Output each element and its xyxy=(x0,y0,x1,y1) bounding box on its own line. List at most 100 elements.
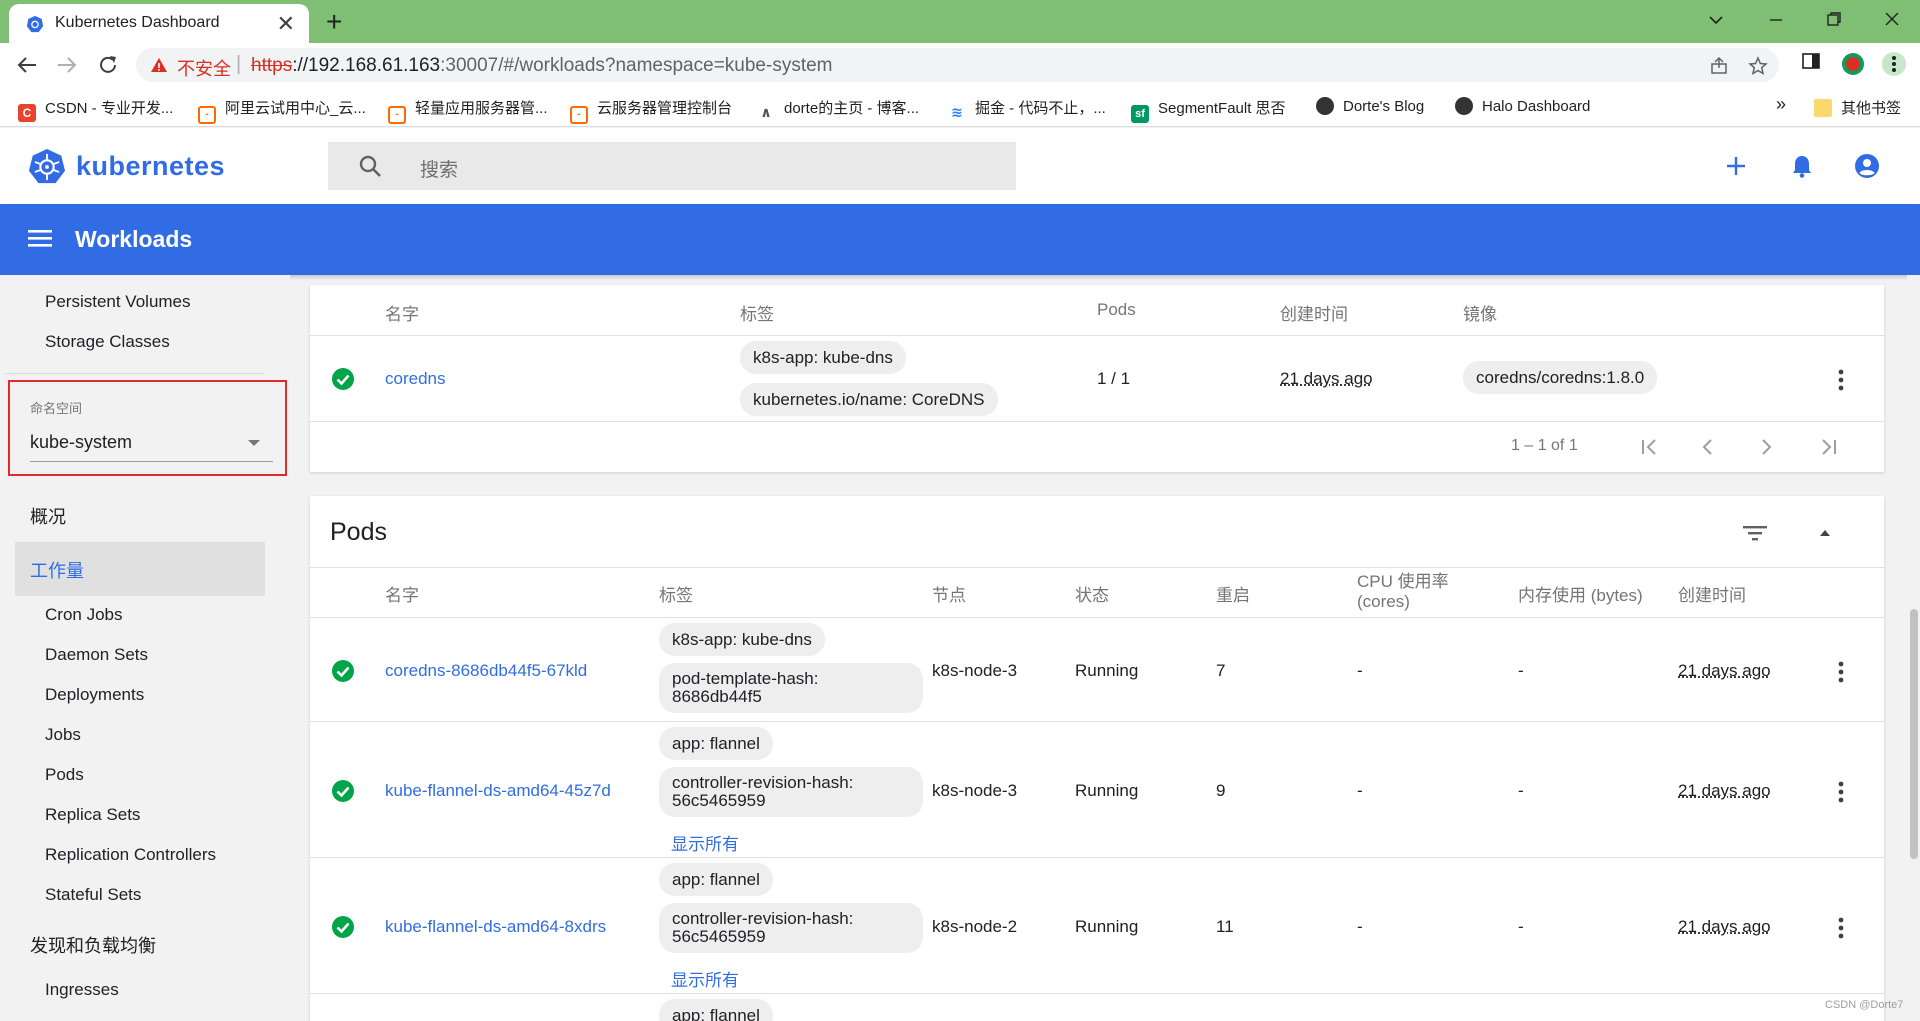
notifications-bell-icon[interactable] xyxy=(1791,154,1813,178)
filter-list-icon[interactable] xyxy=(1743,524,1767,542)
forward-icon[interactable] xyxy=(56,55,78,75)
dropdown-arrow-icon[interactable] xyxy=(248,440,260,446)
pod-name-link[interactable]: kube-flannel-ds-amd64-8xdrs xyxy=(385,917,606,937)
bookmark-label: 云服务器管理控制台 xyxy=(597,100,733,117)
bookmark-label: CSDN - 专业开发... xyxy=(45,100,174,117)
hamburger-menu-icon[interactable] xyxy=(28,228,52,248)
previous-page-icon[interactable] xyxy=(1700,438,1714,456)
column-header-node[interactable]: 节点 xyxy=(932,581,966,606)
bookmark-aliyun-trial[interactable]: - 阿里云试用中心_云... xyxy=(198,97,366,124)
kubernetes-logo-icon[interactable] xyxy=(28,148,66,186)
url-scheme: https xyxy=(251,55,293,76)
label-chip: k8s-app: kube-dns xyxy=(740,341,906,374)
column-header-created[interactable]: 创建时间 xyxy=(1678,581,1746,606)
scrollbar-thumb[interactable] xyxy=(1910,609,1918,859)
reload-icon[interactable] xyxy=(97,54,119,76)
bookmark-halo-dashboard[interactable]: Halo Dashboard xyxy=(1455,97,1590,115)
bookmark-lightweight-server[interactable]: - 轻量应用服务器管... xyxy=(388,97,548,124)
sidebar-item-workloads[interactable]: 工作量 xyxy=(15,542,265,596)
tab-title: Kubernetes Dashboard xyxy=(55,14,220,31)
bookmark-segmentfault[interactable]: sf SegmentFault 思否 xyxy=(1131,97,1286,123)
pod-memory: - xyxy=(1518,661,1524,680)
other-bookmarks-folder[interactable]: 其他书签 xyxy=(1814,97,1901,118)
show-all-labels-link[interactable]: 显示所有 xyxy=(671,830,739,855)
label-chip: app: flannel xyxy=(659,999,773,1021)
bookmarks-overflow-button[interactable]: » xyxy=(1776,94,1786,115)
chrome-menu-icon[interactable] xyxy=(1881,51,1907,77)
url-text[interactable]: https://192.168.61.163:30007/#/workloads… xyxy=(251,55,833,77)
label-chip: controller-revision-hash: 56c5465959 xyxy=(659,767,923,817)
sidebar-item-stateful-sets[interactable]: Stateful Sets xyxy=(45,885,141,905)
sidebar-item-daemon-sets[interactable]: Daemon Sets xyxy=(45,645,148,665)
bookmark-star-icon[interactable] xyxy=(1748,56,1768,76)
row-actions-kebab-icon[interactable] xyxy=(1838,917,1844,939)
column-header-created[interactable]: 创建时间 xyxy=(1280,300,1348,325)
column-header-name[interactable]: 名字 xyxy=(385,300,419,325)
new-tab-button[interactable]: + xyxy=(326,6,342,38)
sidebar-nav: Persistent Volumes Storage Classes 命名空间 … xyxy=(0,275,290,1021)
status-ok-icon xyxy=(332,780,354,802)
sidebar-item-storage-classes[interactable]: Storage Classes xyxy=(45,332,170,352)
pod-name-link[interactable]: kube-flannel-ds-amd64-45z7d xyxy=(385,781,611,801)
sidebar-item-cron-jobs[interactable]: Cron Jobs xyxy=(45,605,122,625)
tab-search-icon[interactable] xyxy=(1708,12,1724,28)
bookmark-label: dorte的主页 - 博客... xyxy=(784,100,920,117)
label-chip: k8s-app: kube-dns xyxy=(659,623,825,656)
deployment-name-link[interactable]: coredns xyxy=(385,369,445,389)
sidebar-item-replica-sets[interactable]: Replica Sets xyxy=(45,805,140,825)
collapse-card-icon[interactable] xyxy=(1818,528,1832,538)
omnibox[interactable]: 不安全 | https://192.168.61.163:30007/#/wor… xyxy=(136,48,1779,82)
other-bookmarks-label: 其他书签 xyxy=(1841,100,1902,117)
pod-name-link[interactable]: coredns-8686db44f5-67kld xyxy=(385,661,587,681)
account-icon[interactable] xyxy=(1854,153,1880,179)
sidebar-item-persistent-volumes[interactable]: Persistent Volumes xyxy=(45,292,191,312)
share-icon[interactable] xyxy=(1709,56,1729,76)
close-window-icon[interactable] xyxy=(1884,11,1900,27)
sidebar-item-deployments[interactable]: Deployments xyxy=(45,685,144,705)
restore-icon[interactable] xyxy=(1826,11,1842,27)
sidebar-item-jobs[interactable]: Jobs xyxy=(45,725,81,745)
sidebar-item-replication-controllers[interactable]: Replication Controllers xyxy=(45,845,216,865)
page-toolbar: Workloads xyxy=(0,204,1920,275)
close-tab-icon[interactable]: ✕ xyxy=(277,11,295,37)
first-page-icon[interactable] xyxy=(1640,438,1660,456)
sidebar-item-overview[interactable]: 概况 xyxy=(30,503,66,529)
show-all-labels-link[interactable]: 显示所有 xyxy=(671,966,739,991)
bookmark-ecs-console[interactable]: - 云服务器管理控制台 xyxy=(570,97,732,124)
sidebar-item-discovery[interactable]: 发现和负载均衡 xyxy=(30,932,156,958)
column-header-status[interactable]: 状态 xyxy=(1075,581,1109,606)
sidebar-item-ingresses[interactable]: Ingresses xyxy=(45,980,119,1000)
search-input[interactable]: 搜索 xyxy=(328,142,1016,190)
row-actions-kebab-icon[interactable] xyxy=(1838,661,1844,683)
bookmark-label: 阿里云试用中心_云... xyxy=(225,100,366,117)
bookmark-dorte-blog[interactable]: Dorte's Blog xyxy=(1316,97,1424,115)
create-resource-icon[interactable] xyxy=(1726,156,1746,176)
label-chip: app: flannel xyxy=(659,727,773,760)
bookmark-juejin[interactable]: ≋ 掘金 - 代码不止，... xyxy=(948,97,1106,121)
label-chip: controller-revision-hash: 56c5465959 xyxy=(659,903,923,953)
kubernetes-wordmark[interactable]: kubernetes xyxy=(76,151,225,182)
minimize-icon[interactable] xyxy=(1768,12,1784,28)
back-icon[interactable] xyxy=(16,55,38,75)
label-chip: app: flannel xyxy=(659,863,773,896)
row-actions-kebab-icon[interactable] xyxy=(1838,369,1844,391)
divider xyxy=(310,567,1884,568)
column-header-name[interactable]: 名字 xyxy=(385,581,419,606)
folder-icon xyxy=(1814,99,1832,117)
browser-tab[interactable]: Kubernetes Dashboard ✕ xyxy=(9,4,309,43)
insecure-label[interactable]: 不安全 xyxy=(177,55,231,81)
last-page-icon[interactable] xyxy=(1818,438,1838,456)
side-panel-icon[interactable] xyxy=(1802,52,1820,70)
column-header-memory: 内存使用 (bytes) xyxy=(1518,586,1643,605)
namespace-value[interactable]: kube-system xyxy=(30,432,132,453)
pod-cpu: - xyxy=(1357,917,1363,936)
bookmark-csdn[interactable]: C CSDN - 专业开发... xyxy=(18,97,173,122)
profile-avatar-icon[interactable] xyxy=(1841,52,1865,76)
next-page-icon[interactable] xyxy=(1760,438,1774,456)
page-scrollbar[interactable] xyxy=(1907,275,1920,1021)
bookmark-dorte-home[interactable]: ∧ dorte的主页 - 博客... xyxy=(757,97,919,121)
namespace-selector[interactable]: 命名空间 kube-system xyxy=(8,380,287,476)
row-actions-kebab-icon[interactable] xyxy=(1838,781,1844,803)
globe-icon xyxy=(1455,97,1473,115)
sidebar-item-pods[interactable]: Pods xyxy=(45,765,84,785)
